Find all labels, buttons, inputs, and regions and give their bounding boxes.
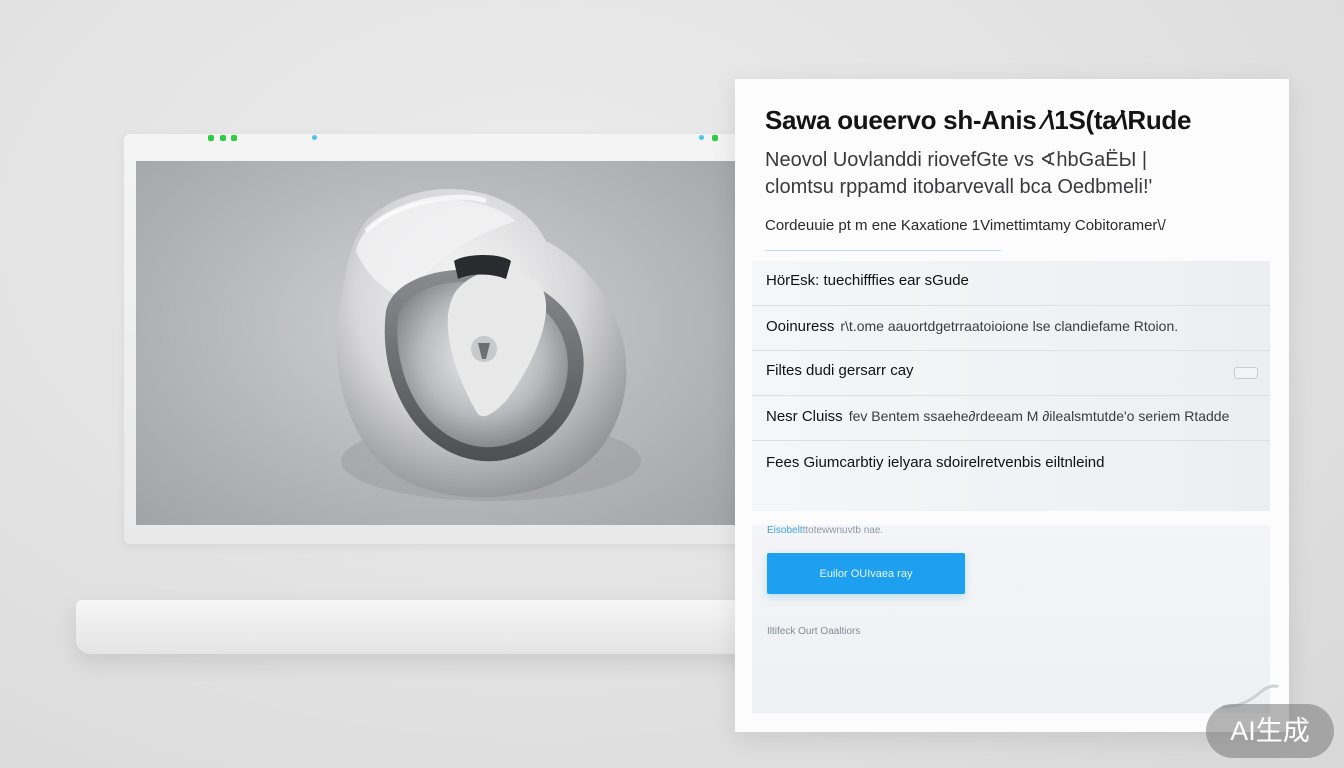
panel-title: Sawa ouеervo sh-Anis ⁄\1S(ta⁄\Rude	[765, 105, 1192, 135]
status-dot-icon	[712, 135, 718, 141]
list-item-label: HörEsk: tuechifffies ear sGude	[766, 272, 969, 289]
info-panel: Sawa ouеervo sh-Anis ⁄\1S(ta⁄\Rude Neovo…	[735, 79, 1289, 732]
list-item[interactable]: Fees Giumcarbtiy ielyara sdoirelretvenbi…	[752, 441, 1270, 511]
list-item[interactable]: Nesr Cluiss fev Bentem ssaehe∂rdeeam M ∂i…	[752, 396, 1270, 441]
status-dot-icon	[220, 135, 226, 141]
info-link[interactable]: Eisobeltttotewwnuvtb nae.	[767, 525, 883, 536]
list-item-label: Nesr Cluiss	[766, 408, 843, 425]
laptop-screen	[136, 161, 744, 525]
list-item-label: Filtes dudi gersarr cay	[766, 362, 914, 379]
list-item-label: Ooinuress	[766, 318, 835, 335]
list-item[interactable]: Filtes dudi gersarr cay	[752, 351, 1270, 396]
primary-action-button[interactable]: Euilor OUIvaea ray	[767, 553, 965, 594]
list-item[interactable]: HörEsk: tuechifffies ear sGude	[752, 261, 1270, 306]
panel-subtitle-line-2: clomtsu rppamd itobarvevall bca Oedbmeli…	[765, 176, 1153, 198]
feature-list: HörEsk: tuechifffies ear sGude Ooinuress…	[752, 261, 1270, 511]
info-link-blue-text: Eisobelt	[767, 525, 803, 536]
toggle-icon[interactable]	[1234, 367, 1258, 379]
ai-generated-watermark: AI生成	[1206, 704, 1334, 758]
status-dot-icon	[312, 135, 317, 140]
panel-action-area: Eisobeltttotewwnuvtb nae. Euilor OUIvaea…	[752, 525, 1279, 713]
info-link-gray-text: ttotewwnuvtb nae.	[802, 525, 884, 536]
list-item-detail: r\t.ome aauortdgetrraatoioione lse cland…	[840, 318, 1179, 334]
panel-hint-text: Cordeuuie pt m ene Kaxatione 1Vimettimta…	[765, 217, 1166, 234]
laptop-mockup	[124, 134, 744, 544]
footer-link[interactable]: Iltifeck Ourt Oaaltiors	[767, 626, 860, 637]
laptop-status-bar	[134, 134, 744, 144]
laptop-base	[76, 600, 756, 654]
hint-underline-divider	[765, 250, 1001, 251]
list-item-detail: fev Bentem ssaehe∂rdeeam M ∂ilealsmtutde…	[848, 408, 1230, 424]
list-item-label: Fees Giumcarbtiy ielyara sdoirelretvenbi…	[766, 454, 1105, 471]
status-dot-icon	[699, 135, 704, 140]
abstract-3d-shape-image	[336, 188, 641, 501]
status-dot-icon	[231, 135, 237, 141]
status-dot-icon	[208, 135, 214, 141]
list-item[interactable]: Ooinuress r\t.ome aauortdgetrraatoioione …	[752, 306, 1270, 351]
panel-subtitle-line-1: Neovol Uovlanddi riovefGte vs ∢hbGaЁЫ |	[765, 149, 1148, 171]
